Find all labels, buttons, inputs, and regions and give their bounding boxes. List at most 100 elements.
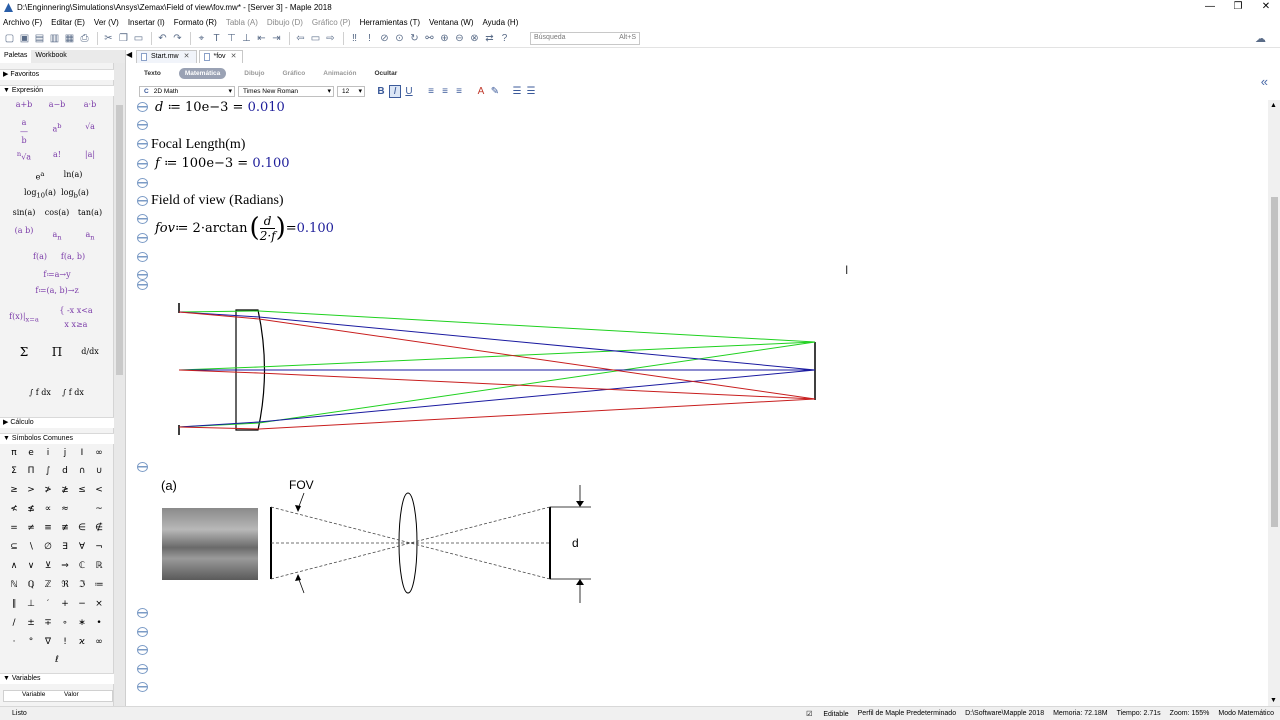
symbol-item[interactable]: × [90, 599, 108, 609]
menu-archivo[interactable]: Archivo (F) [3, 18, 42, 27]
symbol-item[interactable]: ∘ [56, 618, 74, 628]
symbol-item[interactable]: ℑ [73, 580, 91, 590]
symbol-item[interactable]: ∀ [73, 542, 91, 552]
palette-item[interactable]: { -x x<a x x≥a [59, 304, 92, 332]
group-marker-icon[interactable] [137, 664, 148, 674]
label-focal-length[interactable]: Focal Length(m) [151, 137, 245, 153]
symbol-item[interactable]: ∞ [90, 448, 108, 458]
mode-grafico[interactable]: Gráfico [282, 70, 305, 77]
underline-button[interactable]: U [403, 86, 415, 97]
symbol-item[interactable]: ℜ [56, 580, 74, 590]
group-marker-icon[interactable] [137, 280, 148, 290]
symbol-item[interactable]: ∈ [73, 523, 91, 533]
symbol-item[interactable]: > [22, 485, 40, 495]
symbol-item[interactable]: ≥ [5, 485, 23, 495]
symbol-item[interactable]: − [73, 599, 91, 609]
palette-item[interactable]: ea [36, 170, 45, 182]
bold-button[interactable]: B [375, 86, 387, 97]
group-marker-icon[interactable] [137, 214, 148, 224]
symbol-item[interactable]: Π [22, 466, 40, 476]
font-select[interactable]: Times New Roman [238, 86, 334, 97]
palette-item[interactable]: ln(a) [64, 170, 83, 179]
export-icon[interactable]: ▦ [63, 32, 76, 45]
symbol-item[interactable]: ⊥ [22, 599, 40, 609]
section-variables[interactable]: ▼ Variables [0, 673, 114, 684]
group-marker-icon[interactable] [137, 252, 148, 262]
palette-item[interactable]: Σ [20, 345, 28, 359]
symbol-item[interactable]: ¬ [90, 542, 108, 552]
document-scrollbar[interactable]: ▲ ▼ [1268, 100, 1280, 706]
menu-ayuda[interactable]: Ayuda (H) [482, 18, 518, 27]
symbol-item[interactable]: ∅ [39, 542, 57, 552]
group-marker-icon[interactable] [137, 462, 148, 472]
palette-item[interactable]: f(x)|x=a [9, 312, 39, 324]
section-simbolos[interactable]: ▼ Símbolos Comunes [0, 433, 114, 444]
insert-section-icon[interactable]: ⊥ [240, 32, 253, 45]
zoom-fit-icon[interactable]: ⊗ [468, 32, 481, 45]
symbol-item[interactable]: ∓ [39, 618, 57, 628]
save-icon[interactable]: ▤ [33, 32, 46, 45]
restart-icon[interactable]: ↻ [408, 32, 421, 45]
align-right-icon[interactable]: ≡ [453, 86, 465, 97]
symbol-item[interactable]: ⊆ [5, 542, 23, 552]
close-button[interactable]: ✕ [1252, 0, 1280, 14]
symbol-item[interactable]: ϰ [73, 637, 91, 647]
menu-herramientas[interactable]: Herramientas (T) [360, 18, 420, 27]
palette-item[interactable]: ∫ f dx [29, 388, 51, 397]
symbol-item[interactable]: I [73, 448, 91, 458]
paste-icon[interactable]: ▭ [132, 32, 145, 45]
group-marker-icon[interactable] [137, 178, 148, 188]
symbol-item[interactable]: i [39, 448, 57, 458]
symbol-item[interactable]: ℝ [90, 561, 108, 571]
execute-icon[interactable]: ! [363, 32, 376, 45]
scroll-up-icon[interactable]: ▲ [1270, 102, 1277, 109]
symbol-item[interactable]: ∃ [56, 542, 74, 552]
symbol-item[interactable]: ∩ [73, 466, 91, 476]
symbol-item[interactable]: ∖ [22, 542, 40, 552]
redo-icon[interactable]: ↷ [171, 32, 184, 45]
palette-item[interactable]: f≔(a, b)→z [35, 286, 78, 295]
group-marker-icon[interactable] [137, 627, 148, 637]
mode-ocultar[interactable]: Ocultar [374, 70, 397, 77]
symbol-item[interactable]: ≈ [56, 504, 74, 514]
math-line-d[interactable]: d ≔ 10e−3 = 0.010 [155, 100, 285, 115]
symbol-item[interactable]: ∗ [73, 618, 91, 628]
symbol-item[interactable]: • [90, 618, 108, 628]
tab-workbook[interactable]: Workbook [31, 50, 70, 63]
symbol-item[interactable]: ± [22, 618, 40, 628]
palette-item[interactable]: f(a, b) [61, 252, 85, 261]
symbol-item[interactable]: ∞ [90, 637, 108, 647]
symbol-item[interactable]: ℓ [48, 655, 66, 665]
mode-animacion[interactable]: Animación [323, 70, 356, 77]
insert-text-icon[interactable]: T [210, 32, 223, 45]
symbol-item[interactable]: ∥ [5, 599, 23, 609]
fov-diagram[interactable] [256, 475, 596, 605]
section-expresion[interactable]: ▼ Expresión [0, 85, 114, 96]
group-marker-icon[interactable] [137, 270, 148, 280]
palette-item[interactable]: tan(a) [78, 208, 102, 217]
insert-math-icon[interactable]: ⌖ [195, 32, 208, 45]
group-marker-icon[interactable] [137, 645, 148, 655]
symbol-item[interactable]: / [5, 618, 23, 628]
palette-item[interactable]: (a b) [15, 226, 34, 235]
symbol-item[interactable]: ∫ [39, 466, 57, 476]
home-icon[interactable]: ▭ [309, 32, 322, 45]
palette-item[interactable]: a−b [49, 100, 66, 109]
ray-trace-plot[interactable] [166, 295, 826, 445]
symbol-item[interactable]: π [5, 448, 23, 458]
link-icon[interactable]: ⚯ [423, 32, 436, 45]
group-marker-icon[interactable] [137, 682, 148, 692]
zoom-out-icon[interactable]: ⊖ [453, 32, 466, 45]
symbol-item[interactable]: Σ [5, 466, 23, 476]
symbol-item[interactable]: ≱ [56, 485, 74, 495]
palette-item[interactable]: a·b [84, 100, 96, 109]
print-icon[interactable]: ⎙ [78, 32, 91, 45]
group-marker-icon[interactable] [137, 233, 148, 243]
symbol-item[interactable]: ≢ [56, 523, 74, 533]
bullet-list-icon[interactable]: ☰ [511, 86, 523, 97]
symbol-item[interactable]: < [90, 485, 108, 495]
maximize-button[interactable]: ❐ [1224, 0, 1252, 14]
group-marker-icon[interactable] [137, 159, 148, 169]
undo-icon[interactable]: ↶ [156, 32, 169, 45]
cloud-icon[interactable]: ☁ [1255, 32, 1266, 45]
